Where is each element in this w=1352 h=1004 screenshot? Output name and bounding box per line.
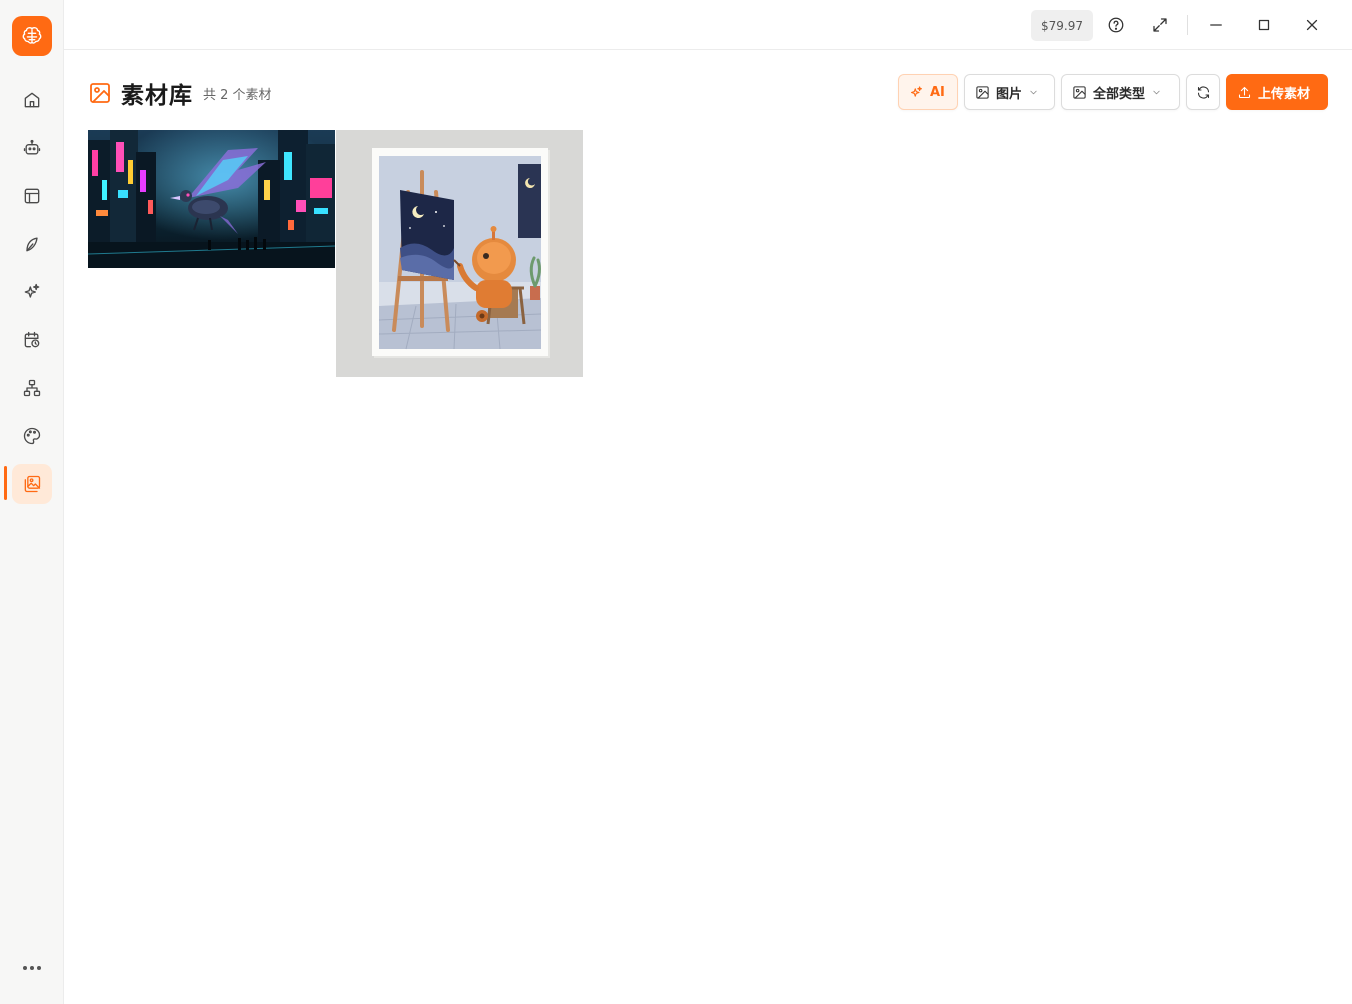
sidebar-item-calendar[interactable] — [12, 320, 52, 360]
asset-thumbnail — [88, 130, 335, 268]
refresh-icon — [1197, 85, 1209, 99]
robot-icon — [23, 139, 41, 155]
help-button[interactable] — [1101, 10, 1131, 40]
fullscreen-button[interactable] — [1145, 10, 1175, 40]
upload-button[interactable]: 上传素材 — [1226, 74, 1328, 110]
sidebar-item-robot[interactable] — [12, 128, 52, 168]
sidebar-item-assets[interactable] — [12, 464, 52, 504]
refresh-button[interactable] — [1186, 74, 1220, 110]
upload-icon — [1238, 86, 1251, 98]
more-icon — [23, 966, 27, 970]
sparkles-icon — [24, 283, 40, 298]
expand-icon — [1153, 18, 1167, 32]
titlebar: $79.97 — [64, 0, 1352, 50]
minimize-button[interactable] — [1201, 10, 1231, 40]
palette-icon — [23, 427, 41, 445]
leaf-icon — [26, 237, 38, 252]
sidebar-item-leaf[interactable] — [12, 224, 52, 264]
image-library-icon — [88, 81, 112, 105]
sidebar-item-home[interactable] — [12, 80, 52, 120]
page-header: 素材库 共 2 个素材 — [88, 78, 272, 109]
titlebar-divider — [1187, 15, 1188, 35]
sidebar-item-palette[interactable] — [12, 416, 52, 456]
app-logo[interactable] — [12, 16, 52, 56]
calendar-clock-icon — [24, 331, 40, 348]
image-icon — [1073, 85, 1086, 99]
app-window: $79.97 素材库 共 2 个素材 AI 图片 全部类型 上传素材 — [0, 0, 1352, 1004]
image-icon — [976, 85, 989, 99]
help-icon — [1108, 17, 1124, 33]
sidebar-item-sparkles[interactable] — [12, 272, 52, 312]
close-button[interactable] — [1297, 10, 1327, 40]
asset-card-cyberpunk[interactable] — [88, 130, 335, 268]
layout-icon — [24, 188, 40, 204]
images-icon — [24, 475, 41, 493]
sparkles-icon — [910, 85, 923, 97]
chevron-down-icon — [1153, 90, 1160, 94]
brain-logo-icon — [22, 27, 42, 44]
sidebar-item-layout[interactable] — [12, 176, 52, 216]
type-filter-dropdown[interactable]: 全部类型 — [1061, 74, 1180, 110]
image-filter-label: 图片 — [996, 86, 1023, 102]
more-menu[interactable] — [12, 950, 52, 986]
sidebar-item-workflow[interactable] — [12, 368, 52, 408]
maximize-button[interactable] — [1249, 10, 1279, 40]
type-filter-label: 全部类型 — [1093, 86, 1146, 102]
sitemap-icon — [23, 379, 41, 397]
close-icon — [1306, 19, 1318, 31]
balance-badge[interactable]: $79.97 — [1031, 10, 1093, 41]
upload-button-label: 上传素材 — [1258, 86, 1311, 102]
sidebar — [0, 0, 64, 1004]
asset-thumbnail — [336, 130, 583, 377]
image-filter-dropdown[interactable]: 图片 — [964, 74, 1055, 110]
ai-button[interactable]: AI — [898, 74, 958, 110]
ai-button-label: AI — [930, 84, 945, 100]
asset-card-robot-painter[interactable] — [336, 130, 583, 377]
home-icon — [24, 92, 40, 108]
maximize-icon — [1258, 19, 1270, 31]
minimize-icon — [1210, 24, 1222, 26]
chevron-down-icon — [1030, 90, 1037, 94]
page-title: 素材库 — [121, 83, 193, 109]
asset-count: 共 2 个素材 — [203, 87, 272, 103]
active-indicator — [4, 466, 7, 500]
